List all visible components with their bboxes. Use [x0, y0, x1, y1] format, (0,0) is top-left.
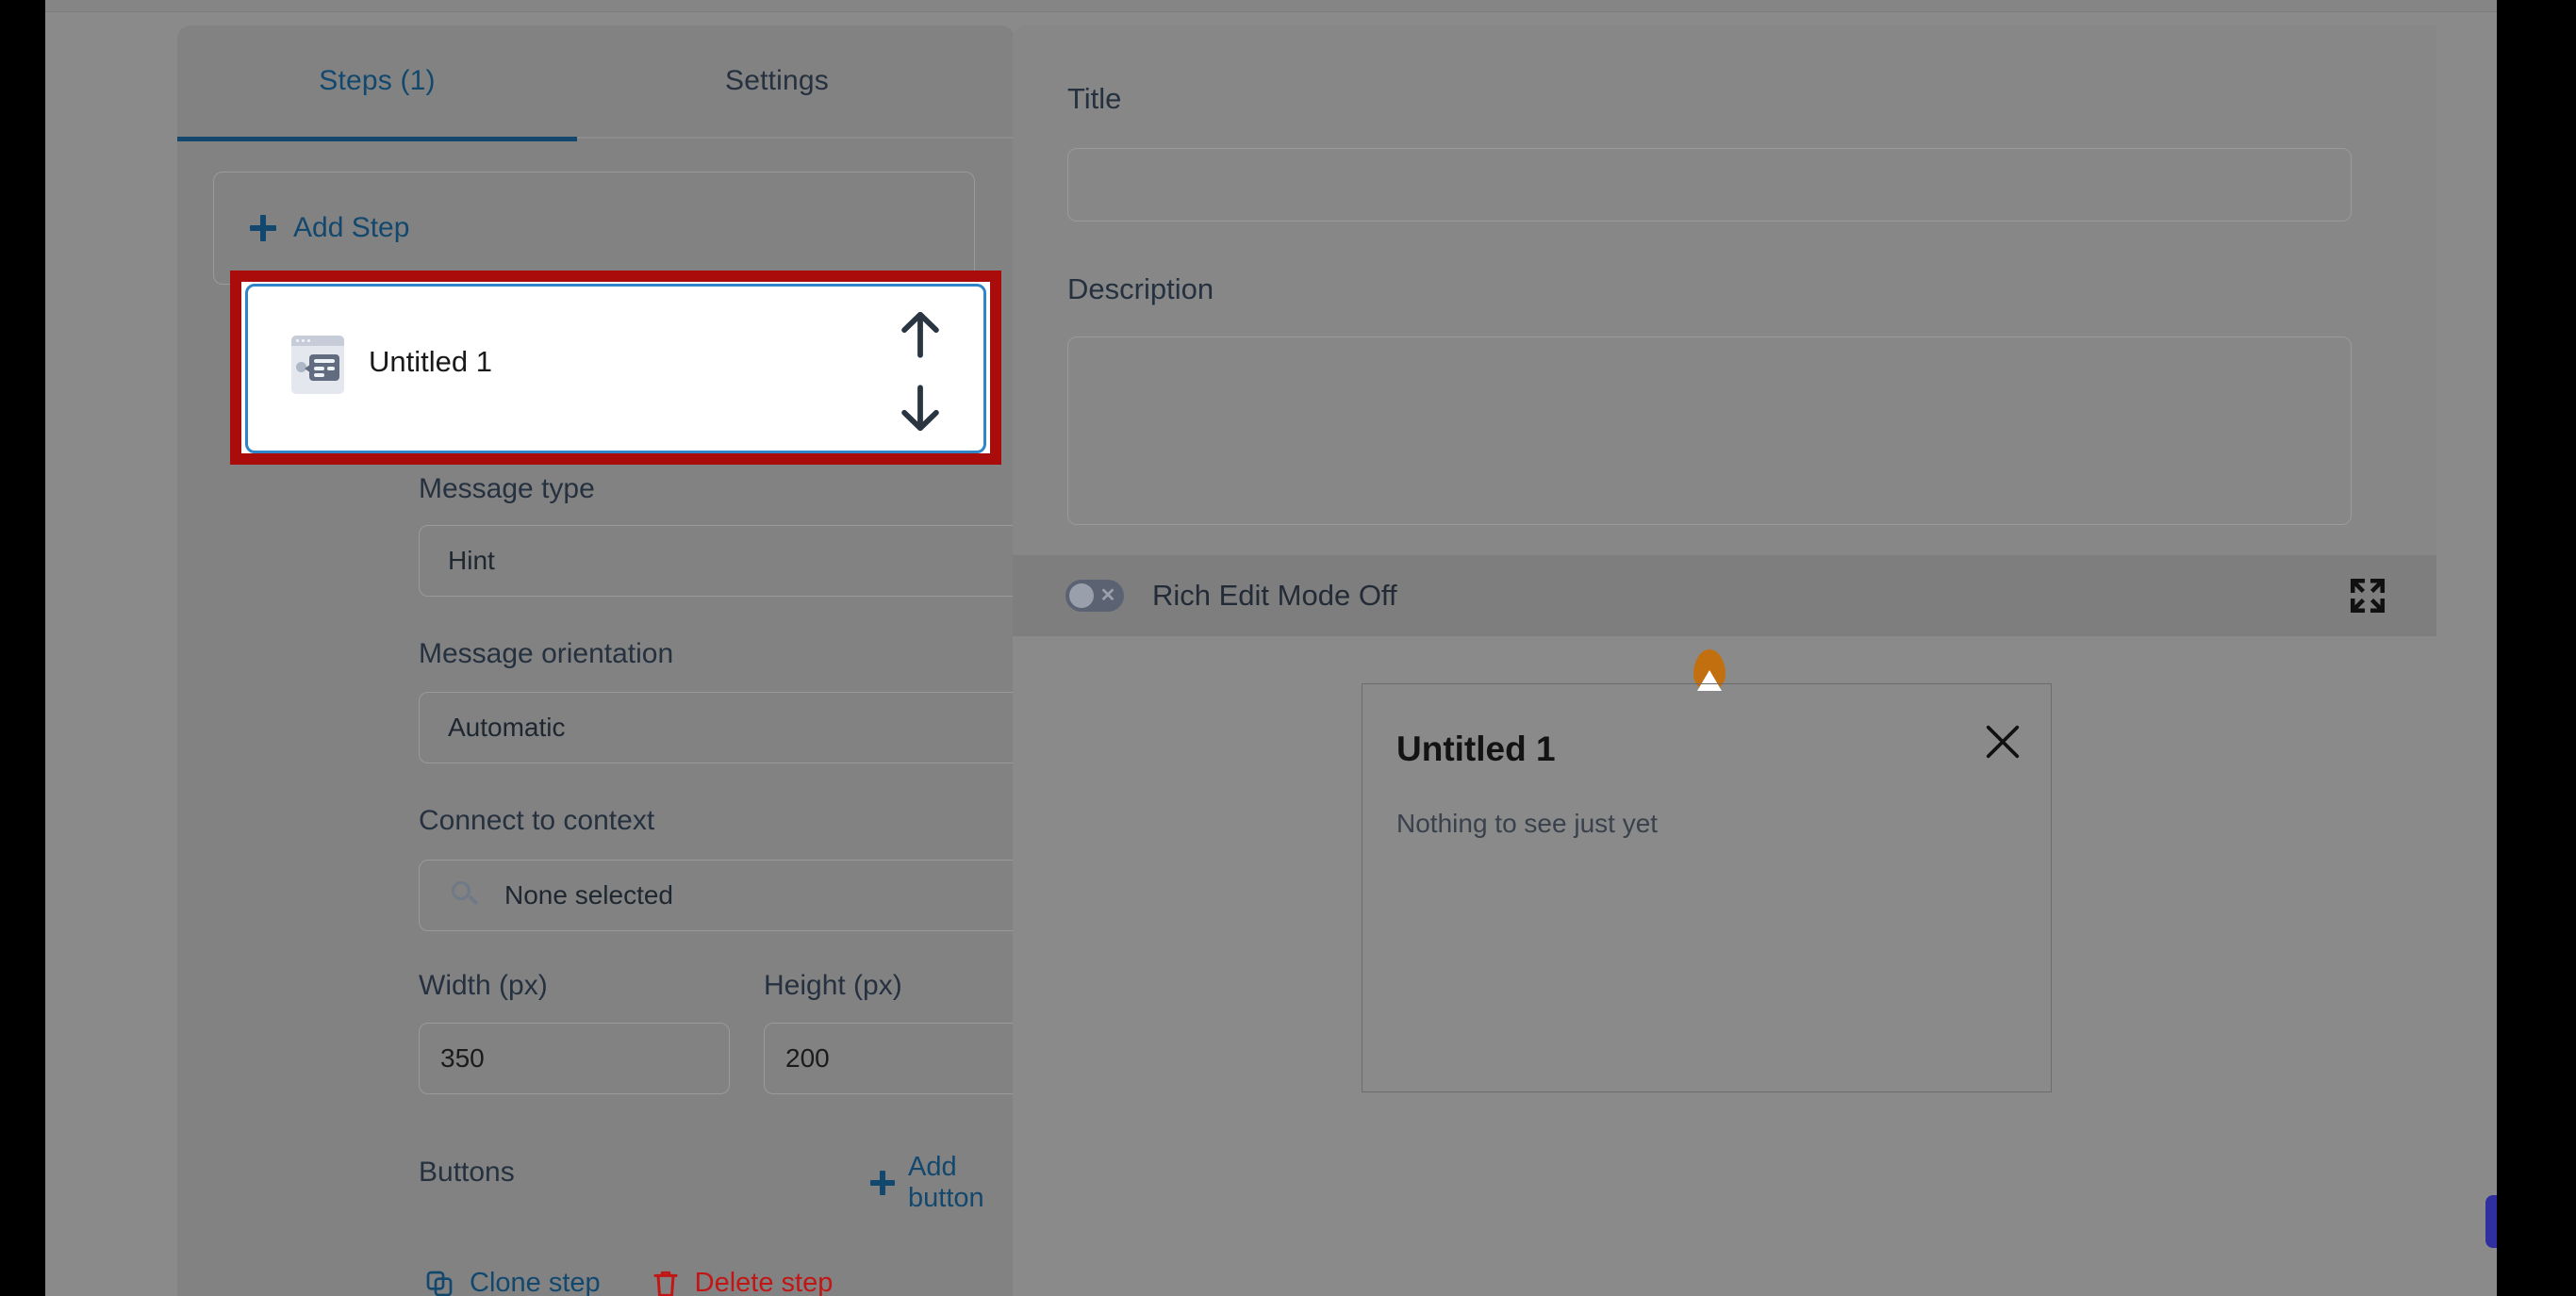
clone-step-label: Clone step	[470, 1268, 601, 1296]
tab-settings-label: Settings	[725, 65, 829, 96]
edge-widget-handle[interactable]	[2485, 1195, 2497, 1248]
connect-to-context-value: None selected	[504, 880, 674, 910]
step-card-title: Untitled 1	[369, 345, 492, 378]
preview-popup: Untitled 1 Nothing to see just yet	[1362, 683, 2052, 1092]
step-actions: Clone step Delete step	[424, 1268, 833, 1296]
tab-steps-label: Steps (1)	[319, 65, 436, 96]
tab-settings[interactable]: Settings	[577, 25, 977, 137]
move-step-down-button[interactable]	[893, 381, 948, 435]
step-reorder-controls	[893, 307, 948, 435]
message-orientation-select[interactable]: Automatic	[419, 692, 1071, 763]
step-card-untitled-1[interactable]: Untitled 1	[245, 284, 986, 453]
add-step-button[interactable]: Add Step	[213, 172, 975, 285]
trash-icon	[653, 1271, 678, 1296]
title-label: Title	[1067, 82, 1122, 115]
message-type-value: Hint	[448, 546, 495, 575]
close-icon	[1986, 725, 2020, 759]
icon-titlebar	[291, 336, 344, 346]
steps-panel: Steps (1) Settings Add Step Message type…	[177, 25, 1075, 1296]
arrow-down-icon	[901, 385, 939, 432]
message-type-select[interactable]: Hint	[419, 525, 1071, 597]
message-orientation-value: Automatic	[448, 713, 566, 742]
description-label: Description	[1067, 272, 1214, 305]
expand-fullscreen-icon[interactable]	[2348, 576, 2387, 615]
plus-icon	[250, 215, 276, 241]
plus-icon	[870, 1171, 895, 1195]
connect-to-context-label: Connect to context	[419, 805, 655, 836]
browser-top-strip	[45, 0, 2497, 12]
delete-step-button[interactable]: Delete step	[652, 1268, 834, 1296]
step-preview-area: Untitled 1 Nothing to see just yet	[1013, 636, 2436, 1296]
add-button-link[interactable]: Add button	[870, 1152, 1015, 1214]
search-icon	[452, 881, 480, 910]
message-orientation-label: Message orientation	[419, 638, 674, 669]
tooltip-step-icon	[291, 336, 344, 394]
delete-step-label: Delete step	[694, 1268, 834, 1296]
step-content-panel: Title Description ✕ Rich Edit Mode Off U…	[1013, 25, 2436, 1296]
move-step-up-button[interactable]	[893, 307, 948, 362]
buttons-section-label: Buttons	[419, 1157, 515, 1188]
panel-tabs: Steps (1) Settings	[177, 25, 1015, 141]
rich-edit-mode-toggle[interactable]: ✕	[1065, 580, 1124, 612]
connect-to-context-select[interactable]: None selected	[419, 860, 1071, 931]
copy-icon	[426, 1271, 453, 1296]
toggle-knob	[1069, 583, 1094, 608]
arrow-up-icon	[901, 311, 939, 358]
width-input[interactable]	[419, 1023, 730, 1094]
title-input[interactable]	[1067, 148, 2352, 221]
description-input[interactable]	[1067, 336, 2352, 525]
preview-popup-title: Untitled 1	[1396, 730, 1556, 768]
app-viewport: Steps (1) Settings Add Step Message type…	[45, 0, 2497, 1296]
rich-edit-mode-label: Rich Edit Mode Off	[1152, 579, 1397, 612]
clone-step-button[interactable]: Clone step	[424, 1268, 601, 1296]
height-label: Height (px)	[764, 970, 902, 1001]
step-editor-modal: Steps (1) Settings Add Step Message type…	[45, 12, 2497, 1296]
tab-steps[interactable]: Steps (1)	[177, 25, 577, 141]
width-label: Width (px)	[419, 970, 548, 1001]
preview-popup-close-button[interactable]	[1981, 720, 2024, 763]
preview-popup-body: Nothing to see just yet	[1396, 809, 1659, 838]
screen-root: Steps (1) Settings Add Step Message type…	[0, 0, 2576, 1296]
rich-edit-mode-bar: ✕ Rich Edit Mode Off	[1013, 555, 2436, 636]
close-icon: ✕	[1099, 585, 1116, 606]
add-step-label: Add Step	[293, 212, 410, 243]
icon-popup-body	[309, 354, 339, 381]
add-button-label: Add button	[908, 1152, 984, 1213]
message-type-label: Message type	[419, 473, 595, 504]
